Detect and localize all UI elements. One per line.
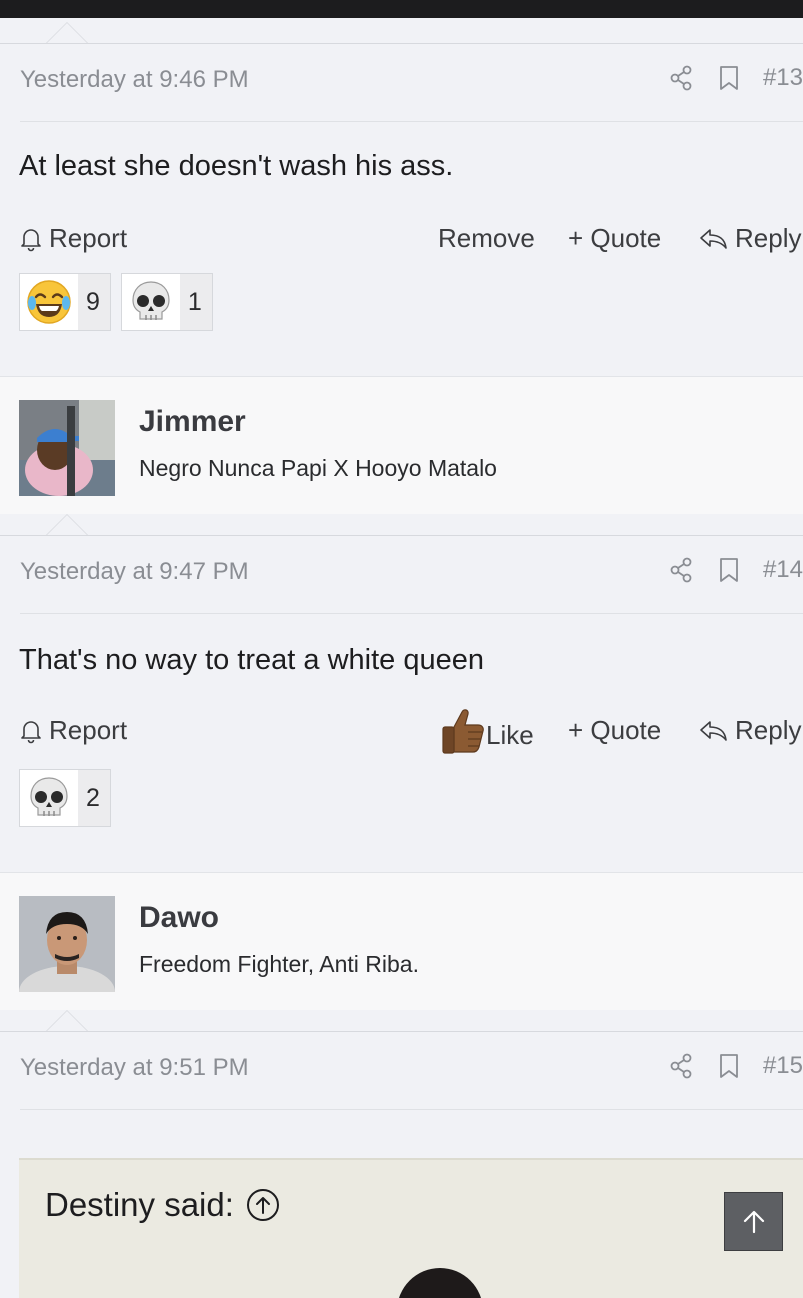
quote-attribution[interactable]: Destiny said: xyxy=(45,1186,280,1224)
post-timestamp[interactable]: Yesterday at 9:51 PM xyxy=(20,1054,249,1082)
report-button[interactable]: Report xyxy=(19,715,127,746)
reaction-count: 1 xyxy=(187,287,202,316)
post-actions: Report Remove + Quote Reply xyxy=(19,223,803,263)
post-timestamp[interactable]: Yesterday at 9:47 PM xyxy=(20,558,249,586)
reaction-count: 2 xyxy=(86,783,100,812)
scroll-to-top-button[interactable] xyxy=(724,1192,783,1251)
user-title: Negro Nunca Papi X Hooyo Matalo xyxy=(139,455,497,481)
quote-button[interactable]: + Quote xyxy=(568,223,661,254)
bookmark-icon[interactable] xyxy=(715,1052,743,1080)
reaction-skull[interactable]: 2 xyxy=(19,769,111,827)
post-number[interactable]: #14 xyxy=(763,556,803,584)
reaction-skull[interactable]: 1 xyxy=(120,273,213,331)
arrow-up-circle-icon xyxy=(246,1189,279,1221)
arrow-up-icon xyxy=(743,1210,764,1233)
bookmark-icon[interactable] xyxy=(715,556,743,584)
thumbs-up-icon xyxy=(442,709,484,754)
post-timestamp[interactable]: Yesterday at 9:46 PM xyxy=(20,66,249,94)
post-meta-row: Yesterday at 9:46 PM #13 xyxy=(20,44,803,122)
top-status-bar xyxy=(0,0,803,18)
report-button[interactable]: Report xyxy=(19,223,127,254)
post-number[interactable]: #13 xyxy=(763,64,803,92)
post-message: At least she doesn't wash his ass. xyxy=(19,150,454,182)
quoted-image xyxy=(397,1268,483,1298)
post-message: That's no way to treat a white queen xyxy=(19,644,484,676)
username[interactable]: Jimmer xyxy=(139,405,246,439)
post-pointer xyxy=(45,1010,89,1032)
laughing-tears-icon xyxy=(20,274,78,330)
quote-button[interactable]: + Quote xyxy=(568,715,661,746)
share-icon[interactable] xyxy=(667,64,695,92)
reply-button[interactable]: Reply xyxy=(699,223,801,254)
bookmark-icon[interactable] xyxy=(715,64,743,92)
bell-icon xyxy=(21,720,41,743)
skull-icon xyxy=(20,770,78,826)
avatar[interactable] xyxy=(19,896,115,992)
remove-button[interactable]: Remove xyxy=(438,223,535,254)
post-pointer xyxy=(45,22,89,44)
like-button[interactable]: Like xyxy=(440,705,534,755)
username[interactable]: Dawo xyxy=(139,901,219,935)
share-icon[interactable] xyxy=(667,1052,695,1080)
user-info-dawo: Dawo Freedom Fighter, Anti Riba. xyxy=(0,872,803,1032)
reply-button[interactable]: Reply xyxy=(699,715,801,746)
reaction-count: 9 xyxy=(86,287,100,316)
reaction-summary: 2 xyxy=(19,769,121,827)
quote-block: Destiny said: xyxy=(19,1158,803,1298)
bell-icon xyxy=(21,228,41,251)
reaction-summary: 9 1 xyxy=(19,273,223,331)
post-13: Yesterday at 9:46 PM #13 At least she do… xyxy=(0,18,803,354)
user-title: Freedom Fighter, Anti Riba. xyxy=(139,951,419,977)
reply-arrow-icon xyxy=(700,720,727,741)
post-number[interactable]: #15 xyxy=(763,1052,803,1080)
avatar[interactable] xyxy=(19,400,115,496)
reply-arrow-icon xyxy=(700,228,727,249)
skull-icon xyxy=(121,274,180,330)
post-meta-row: Yesterday at 9:51 PM #15 xyxy=(20,1032,803,1110)
post-14: Yesterday at 9:47 PM #14 That's no way t… xyxy=(0,514,803,850)
post-meta-row: Yesterday at 9:47 PM #14 xyxy=(20,536,803,614)
reaction-laugh[interactable]: 9 xyxy=(19,273,111,331)
post-actions: Report Like + Quote Reply xyxy=(19,709,803,755)
share-icon[interactable] xyxy=(667,556,695,584)
user-info-jimmer: Jimmer Negro Nunca Papi X Hooyo Matalo xyxy=(0,376,803,536)
post-pointer xyxy=(45,514,89,536)
